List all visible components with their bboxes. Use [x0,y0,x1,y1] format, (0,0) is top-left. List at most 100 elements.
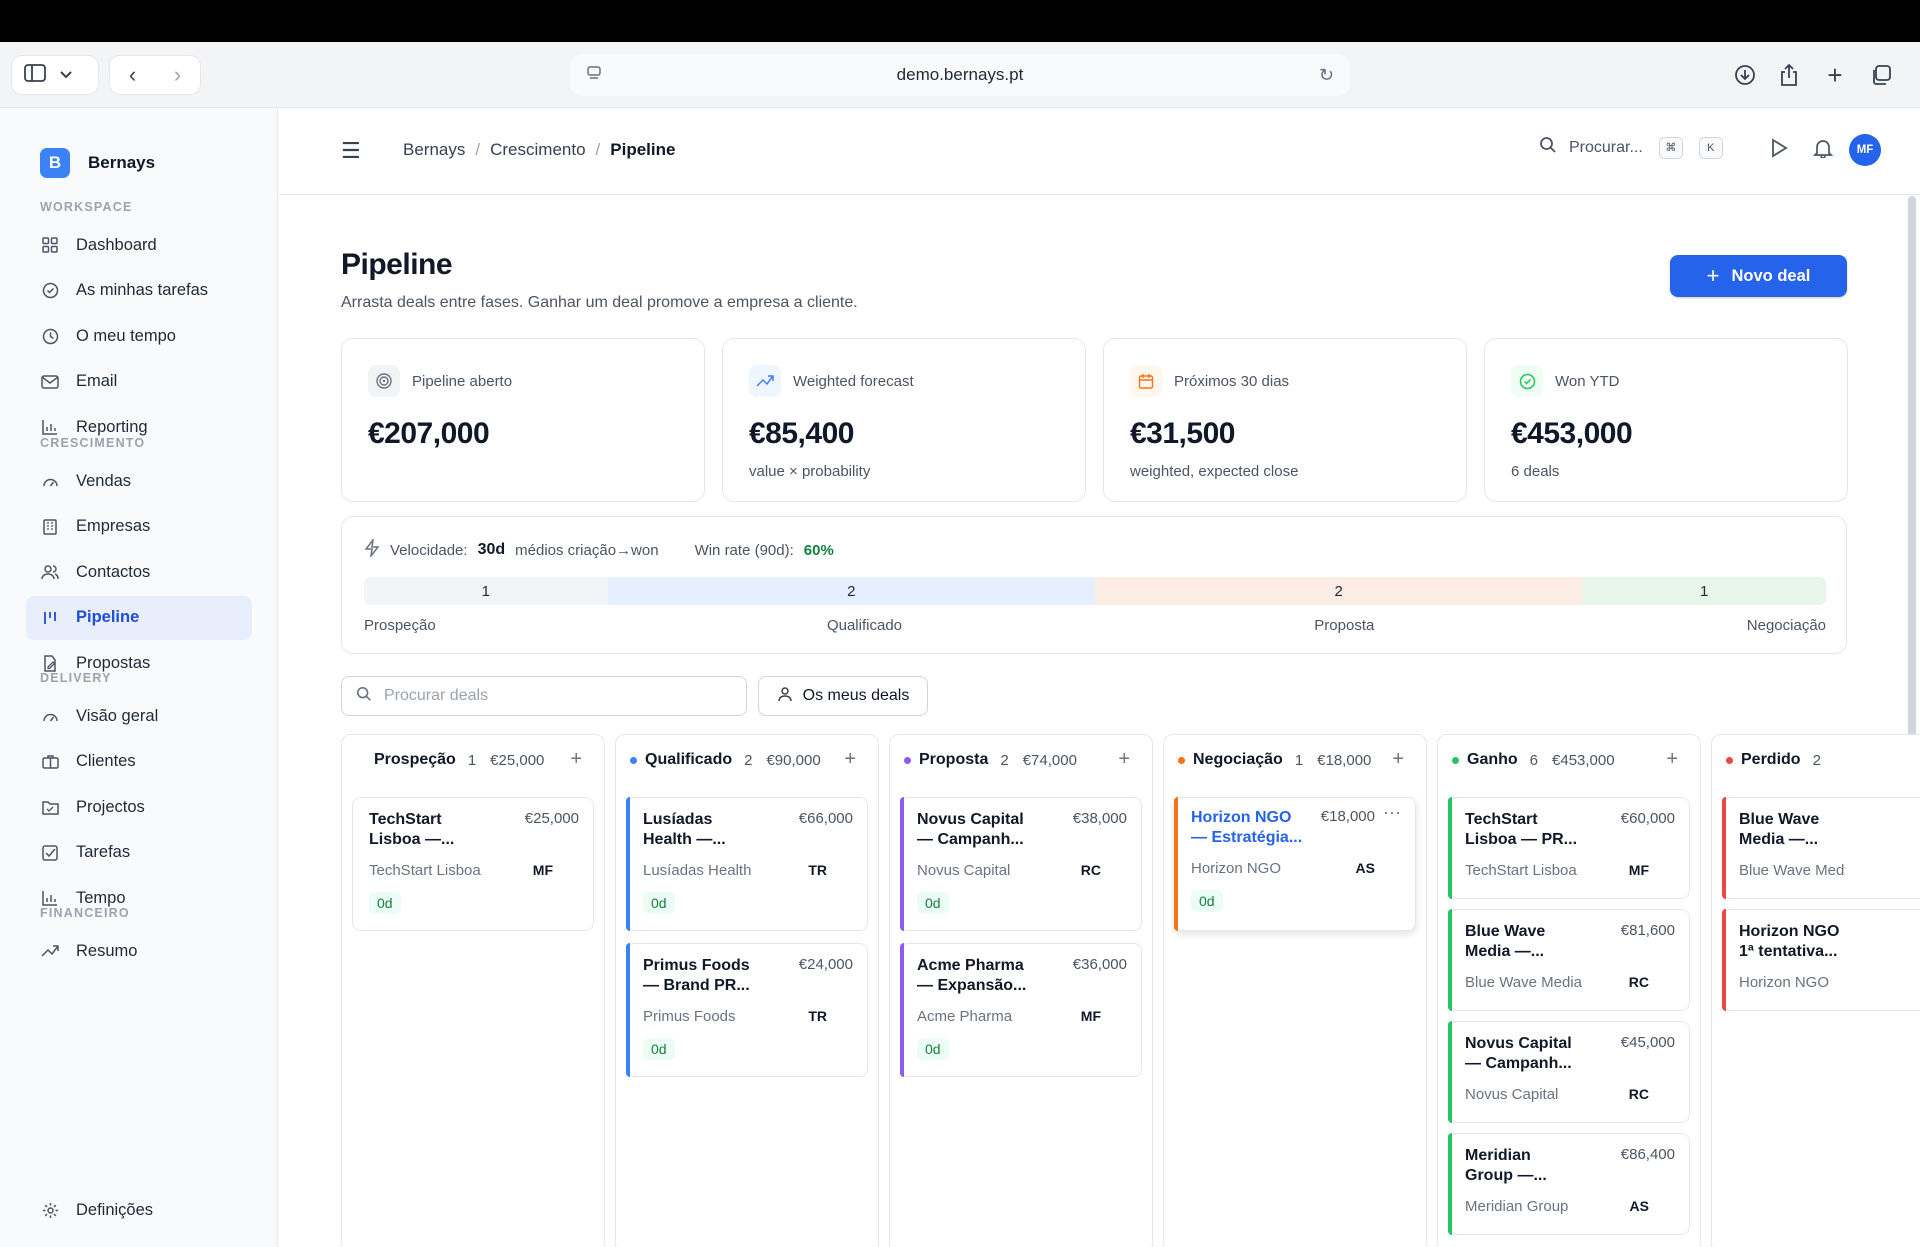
mail-icon [40,372,60,392]
system-top-bar [0,0,1920,42]
brand[interactable]: B Bernays [40,148,155,178]
add-deal-icon[interactable]: + [1666,748,1678,771]
sidebar-item-projectos[interactable]: Projectos [26,785,252,829]
deal-card[interactable]: Acme Pharma — Expansão... €36,000 Acme Pha… [900,943,1142,1077]
deal-card[interactable]: TechStart Lisboa — PR... €60,000 TechStart… [1448,797,1690,899]
deal-title[interactable]: Novus Capital — Campanh... [917,810,1035,850]
card-stage-bar [1448,909,1452,1011]
deal-card[interactable]: TechStart Lisboa —... €25,000 TechStart Li… [352,797,594,931]
deal-title[interactable]: Meridian Group —... [1465,1146,1583,1186]
deal-title[interactable]: TechStart Lisboa —... [369,810,487,850]
play-icon[interactable] [1770,138,1788,164]
card-stage-bar [1174,797,1178,931]
my-deals-button[interactable]: Os meus deals [758,676,928,716]
breadcrumb-item-bernays[interactable]: Bernays [403,140,465,160]
deal-title[interactable]: Blue Wave Media —... [1739,810,1857,850]
add-deal-icon[interactable]: + [844,748,856,771]
download-icon[interactable] [1730,42,1760,108]
reload-icon[interactable]: ↻ [1319,65,1334,86]
breadcrumb: Bernays / Crescimento / Pipeline [403,140,675,160]
sidebar-item-email[interactable]: Email [26,360,252,404]
sidebar-item-empresas[interactable]: Empresas [26,505,252,549]
deal-card[interactable]: Meridian Group —... €86,400 Meridian Group… [1448,1133,1690,1235]
deal-card[interactable]: Horizon NGO 1ª tentativa... Horizon NGO [1722,909,1920,1011]
deal-title[interactable]: Lusíadas Health —... [643,810,761,850]
kanban-column-ganho: Ganho 6 €453,000 + TechStart Lisboa — PR... €… [1437,734,1701,1247]
stage-segment[interactable]: 2 [607,577,1095,605]
stage-segment[interactable]: 1 [364,577,608,605]
deal-card[interactable]: Blue Wave Media —... €81,600 Blue Wave Med… [1448,909,1690,1011]
sidebar-item-o-meu-tempo[interactable]: O meu tempo [26,314,252,358]
sidebar-item-definicoes[interactable]: Definições [26,1188,252,1232]
sidebar-item-tarefas[interactable]: Tarefas [26,831,252,875]
column-title: Perdido [1741,751,1801,768]
sidebar-item-as-minhas-tarefas[interactable]: As minhas tarefas [26,269,252,313]
sidebar-toggle-group[interactable] [12,56,98,94]
deal-card[interactable]: Blue Wave Media —... Blue Wave Med [1722,797,1920,899]
chevron-down-icon[interactable] [60,66,72,84]
deal-card[interactable]: Novus Capital — Campanh... €38,000 Novus C… [900,797,1142,931]
column-count: 2 [744,751,753,769]
forward-icon[interactable]: › [174,62,181,88]
sidebar-toggle-icon[interactable] [24,63,46,87]
deal-title[interactable]: Acme Pharma — Expansão... [917,956,1035,996]
more-options-icon[interactable]: ··· [1383,802,1401,823]
sidebar-item-resumo[interactable]: Resumo [26,929,252,973]
deal-title[interactable]: Horizon NGO 1ª tentativa... [1739,922,1857,962]
kpi-label: Pipeline aberto [412,372,513,390]
back-icon[interactable]: ‹ [129,62,136,88]
owner-initials: MF [1628,862,1649,878]
trend-up-icon [40,941,60,961]
stage-dot-icon [1452,756,1459,764]
breadcrumb-item-crescimento[interactable]: Crescimento [490,140,585,160]
url-text[interactable]: demo.bernays.pt [897,65,1024,85]
add-deal-icon[interactable]: + [1118,748,1130,771]
deal-title[interactable]: Horizon NGO — Estratégia... [1191,808,1309,848]
sidebar-item-vendas[interactable]: Vendas [26,459,252,503]
column-header: Ganho 6 €453,000 + [1438,735,1700,785]
sidebar-item-pipeline[interactable]: Pipeline [26,595,252,640]
gauge-icon [40,706,60,726]
card-stage-bar [1448,1021,1452,1123]
share-icon[interactable] [1774,42,1804,108]
sidebar-item-clientes[interactable]: Clientes [26,740,252,784]
deal-age-badge: 0d [917,1038,949,1060]
deal-title[interactable]: TechStart Lisboa — PR... [1465,810,1583,850]
deal-amount: €45,000 [1620,1034,1675,1051]
deal-card[interactable]: Horizon NGO — Estratégia... €18,000 ··· Hor… [1174,797,1416,931]
menu-icon[interactable]: ☰ [341,138,361,164]
stage-segment[interactable]: 2 [1095,577,1583,605]
new-deal-button[interactable]: + Novo deal [1670,255,1847,297]
deal-card[interactable]: Novus Capital — Campanh... €45,000 Novus C… [1448,1021,1690,1123]
kanban-column-prospecao: Prospeção 1 €25,000 + TechStart Lisboa —... €… [341,734,605,1247]
add-deal-icon[interactable]: + [570,748,582,771]
tabs-overview-icon[interactable] [1866,42,1896,108]
shortcut-k: K [1698,136,1723,159]
breadcrumb-separator: / [475,140,481,159]
deal-title[interactable]: Novus Capital — Campanh... [1465,1034,1583,1074]
sidebar-item-dashboard[interactable]: Dashboard [26,223,252,267]
reader-icon[interactable] [586,65,602,86]
deal-card[interactable]: Lusíadas Health —... €66,000 Lusíadas Heal… [626,797,868,931]
new-tab-icon[interactable]: + [1820,42,1850,108]
kpi-header: Won YTD [1511,365,1619,397]
top-header: ☰ Bernays / Crescimento / Pipeline Procu… [279,108,1920,195]
bell-icon[interactable] [1812,138,1834,164]
stage-segment[interactable]: 1 [1582,577,1826,605]
global-search[interactable]: Procurar... ⌘ K [1539,136,1723,159]
sidebar-item-visao-geral[interactable]: Visão geral [26,694,252,738]
kpi-header: Pipeline aberto [368,365,512,397]
deal-title[interactable]: Blue Wave Media —... [1465,922,1583,962]
deal-card[interactable]: Primus Foods — Brand PR... €24,000 Primus … [626,943,868,1077]
add-deal-icon[interactable]: + [1392,748,1404,771]
deal-search-input[interactable]: Procurar deals [341,676,747,716]
owner-initials: RC [1628,974,1649,990]
stage-label: Qualificado [826,617,902,634]
avatar[interactable]: MF [1849,134,1881,166]
kanban-column-negociacao: Negociação 1 €18,000 + Horizon NGO — Estraté… [1163,734,1427,1247]
address-bar[interactable]: demo.bernays.pt ↻ [570,54,1350,96]
deal-title[interactable]: Primus Foods — Brand PR... [643,956,761,996]
sidebar-item-label: Resumo [76,941,138,960]
sidebar-item-contactos[interactable]: Contactos [26,550,252,594]
folder-icon [40,797,60,817]
